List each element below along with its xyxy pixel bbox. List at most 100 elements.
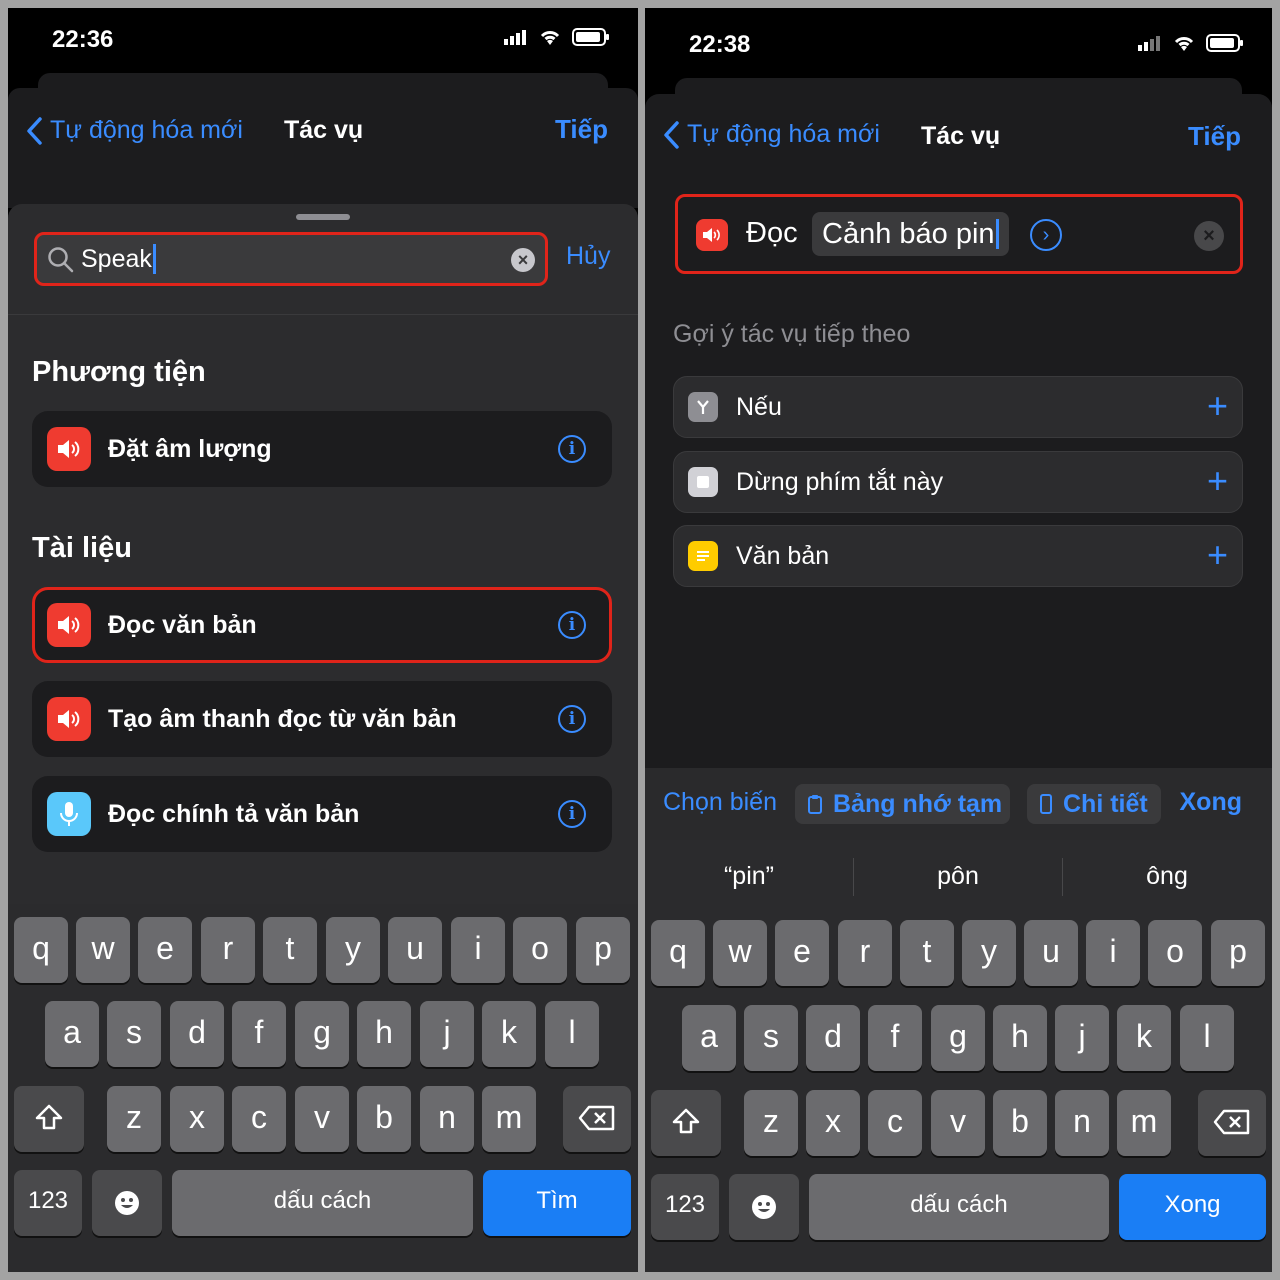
info-icon[interactable]: i	[558, 800, 586, 828]
key-b[interactable]: b	[993, 1090, 1047, 1156]
sheet-grabber[interactable]	[296, 214, 350, 220]
next-button[interactable]: Tiếp	[1188, 121, 1241, 152]
key-l[interactable]: l	[545, 1001, 599, 1067]
info-icon[interactable]: i	[558, 435, 586, 463]
key-e[interactable]: e	[775, 920, 829, 986]
key-n[interactable]: n	[1055, 1090, 1109, 1156]
done-key[interactable]: Xong	[1119, 1174, 1266, 1240]
key-y[interactable]: y	[326, 917, 380, 983]
info-icon[interactable]: i	[558, 705, 586, 733]
key-p[interactable]: p	[1211, 920, 1265, 986]
list-item-set-volume[interactable]: Đặt âm lượng i	[32, 411, 612, 487]
prediction-item[interactable]: “pin”	[645, 862, 853, 891]
suggestion-if[interactable]: Nếu +	[673, 376, 1243, 438]
key-q[interactable]: q	[651, 920, 705, 986]
key-t[interactable]: t	[900, 920, 954, 986]
key-c[interactable]: c	[868, 1090, 922, 1156]
info-icon[interactable]: i	[558, 611, 586, 639]
key-s[interactable]: s	[744, 1005, 798, 1071]
key-j[interactable]: j	[1055, 1005, 1109, 1071]
numbers-key[interactable]: 123	[14, 1170, 82, 1236]
key-a[interactable]: a	[682, 1005, 736, 1071]
key-p[interactable]: p	[576, 917, 630, 983]
key-u[interactable]: u	[388, 917, 442, 983]
list-item-speak-text[interactable]: Đọc văn bản i	[32, 587, 612, 663]
prediction-item[interactable]: pôn	[854, 862, 1062, 891]
key-d[interactable]: d	[806, 1005, 860, 1071]
key-f[interactable]: f	[232, 1001, 286, 1067]
screenshot-frame: 22:36 Tự động hóa mới Tác vụ Tiếp Speak …	[0, 0, 1280, 1280]
add-icon[interactable]: +	[1207, 460, 1228, 502]
next-button[interactable]: Tiếp	[555, 114, 608, 145]
key-w[interactable]: w	[713, 920, 767, 986]
key-m[interactable]: m	[482, 1086, 536, 1152]
key-x[interactable]: x	[170, 1086, 224, 1152]
speak-action-card[interactable]: Đọc Cảnh báo pin › ×	[675, 194, 1243, 274]
keyboard: q w e r t y u i o p a s d f g h j k l z …	[8, 904, 638, 1272]
key-j[interactable]: j	[420, 1001, 474, 1067]
key-v[interactable]: v	[931, 1090, 985, 1156]
key-y[interactable]: y	[962, 920, 1016, 986]
expand-action-icon[interactable]: ›	[1030, 219, 1062, 251]
key-e[interactable]: e	[138, 917, 192, 983]
action-text-input[interactable]: Cảnh báo pin	[812, 212, 1009, 256]
key-x[interactable]: x	[806, 1090, 860, 1156]
suggestion-text[interactable]: Văn bản +	[673, 525, 1243, 587]
key-f[interactable]: f	[868, 1005, 922, 1071]
key-q[interactable]: q	[14, 917, 68, 983]
section-title-documents: Tài liệu	[32, 532, 132, 564]
key-n[interactable]: n	[420, 1086, 474, 1152]
key-g[interactable]: g	[931, 1005, 985, 1071]
key-z[interactable]: z	[107, 1086, 161, 1152]
space-key[interactable]: dấu cách	[809, 1174, 1109, 1240]
key-a[interactable]: a	[45, 1001, 99, 1067]
search-input[interactable]: Speak ×	[34, 232, 548, 286]
key-t[interactable]: t	[263, 917, 317, 983]
key-s[interactable]: s	[107, 1001, 161, 1067]
back-button[interactable]: Tự động hóa mới	[663, 120, 880, 149]
key-b[interactable]: b	[357, 1086, 411, 1152]
back-button[interactable]: Tự động hóa mới	[26, 116, 243, 145]
emoji-key[interactable]	[729, 1174, 799, 1240]
key-d[interactable]: d	[170, 1001, 224, 1067]
suggestion-stop-shortcut[interactable]: Dừng phím tắt này +	[673, 451, 1243, 513]
key-i[interactable]: i	[1086, 920, 1140, 986]
list-item-make-spoken-audio[interactable]: Tạo âm thanh đọc từ văn bản i	[32, 681, 612, 757]
backspace-key[interactable]	[563, 1086, 631, 1152]
shift-key[interactable]	[651, 1090, 721, 1156]
done-button[interactable]: Xong	[1180, 788, 1243, 817]
key-v[interactable]: v	[295, 1086, 349, 1152]
emoji-key[interactable]	[92, 1170, 162, 1236]
space-key[interactable]: dấu cách	[172, 1170, 473, 1236]
key-w[interactable]: w	[76, 917, 130, 983]
cancel-button[interactable]: Hủy	[566, 242, 610, 271]
shift-key[interactable]	[14, 1086, 84, 1152]
key-r[interactable]: r	[838, 920, 892, 986]
key-o[interactable]: o	[513, 917, 567, 983]
key-m[interactable]: m	[1117, 1090, 1171, 1156]
remove-action-icon[interactable]: ×	[1194, 221, 1224, 251]
prediction-item[interactable]: ông	[1063, 862, 1271, 891]
key-h[interactable]: h	[357, 1001, 411, 1067]
clear-search-icon[interactable]: ×	[511, 248, 535, 272]
key-k[interactable]: k	[1117, 1005, 1171, 1071]
clipboard-variable-button[interactable]: Bảng nhớ tạm	[795, 784, 1011, 824]
key-k[interactable]: k	[482, 1001, 536, 1067]
key-i[interactable]: i	[451, 917, 505, 983]
details-variable-button[interactable]: Chi tiết	[1027, 784, 1161, 824]
key-g[interactable]: g	[295, 1001, 349, 1067]
search-key[interactable]: Tìm	[483, 1170, 631, 1236]
key-u[interactable]: u	[1024, 920, 1078, 986]
key-h[interactable]: h	[993, 1005, 1047, 1071]
numbers-key[interactable]: 123	[651, 1174, 719, 1240]
choose-variable-button[interactable]: Chọn biến	[663, 788, 777, 817]
key-z[interactable]: z	[744, 1090, 798, 1156]
list-item-dictate-text[interactable]: Đọc chính tả văn bản i	[32, 776, 612, 852]
key-c[interactable]: c	[232, 1086, 286, 1152]
key-l[interactable]: l	[1180, 1005, 1234, 1071]
backspace-key[interactable]	[1198, 1090, 1266, 1156]
key-r[interactable]: r	[201, 917, 255, 983]
add-icon[interactable]: +	[1207, 534, 1228, 576]
add-icon[interactable]: +	[1207, 385, 1228, 427]
key-o[interactable]: o	[1148, 920, 1202, 986]
